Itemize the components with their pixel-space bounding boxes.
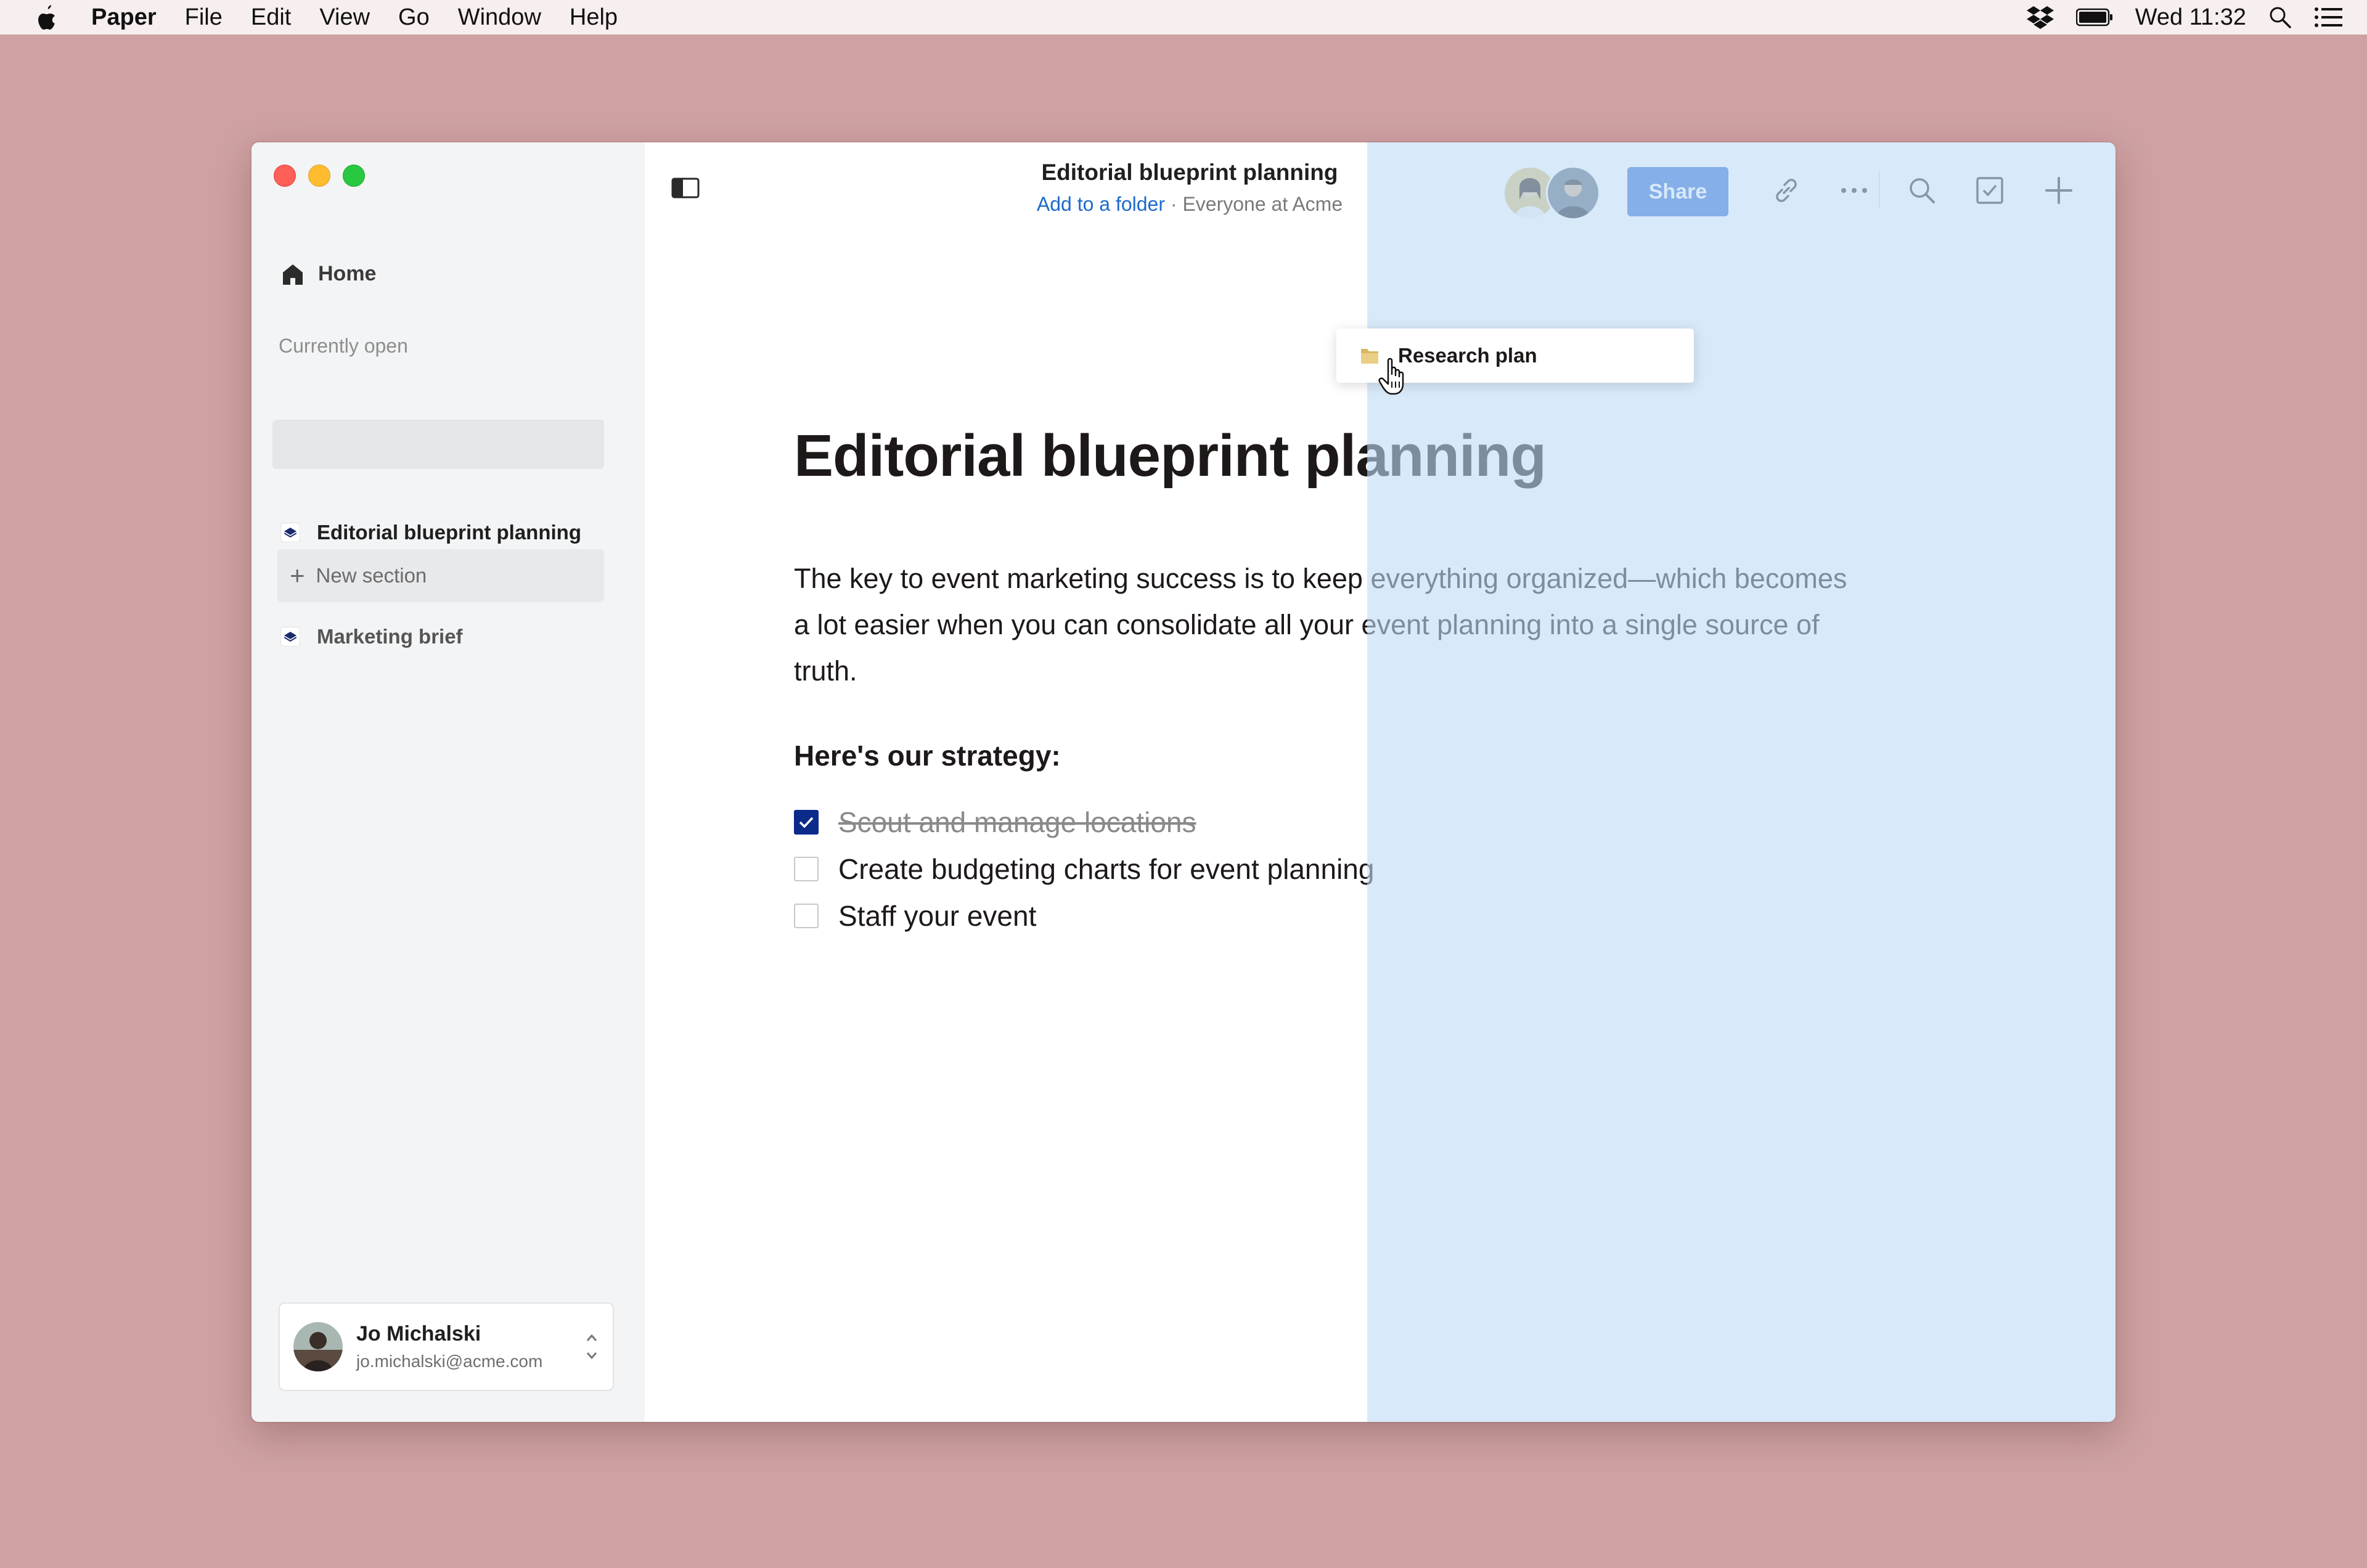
user-name: Jo Michalski bbox=[356, 1322, 481, 1345]
paper-doc-icon bbox=[281, 627, 300, 646]
new-section-label: New section bbox=[316, 564, 427, 587]
subtitle-separator: · bbox=[1165, 193, 1183, 215]
more-options-button[interactable] bbox=[1836, 172, 1873, 209]
paper-doc-icon bbox=[281, 523, 300, 542]
sidebar-item-editorial-blueprint[interactable]: Editorial blueprint planning bbox=[281, 521, 581, 544]
new-doc-button[interactable] bbox=[2040, 172, 2077, 209]
menu-app-name[interactable]: Paper bbox=[91, 4, 157, 31]
plus-icon bbox=[2045, 177, 2072, 204]
tasks-button[interactable] bbox=[1971, 172, 2008, 209]
checkmark-icon bbox=[799, 817, 814, 828]
copy-link-button[interactable] bbox=[1768, 172, 1805, 209]
notification-center-icon[interactable] bbox=[2314, 7, 2342, 28]
minimize-window-button[interactable] bbox=[308, 165, 330, 187]
header-doc-subtitle: Add to a folder · Everyone at Acme bbox=[900, 193, 1479, 216]
link-icon bbox=[1776, 179, 1797, 202]
toggle-sidebar-icon[interactable] bbox=[671, 177, 700, 199]
sidebar-drop-placeholder bbox=[272, 420, 604, 469]
zoom-window-button[interactable] bbox=[343, 165, 365, 187]
document-title[interactable]: Editorial blueprint planning bbox=[794, 422, 1547, 490]
task-checkbox[interactable] bbox=[794, 857, 819, 881]
task-item: Create budgeting charts for event planni… bbox=[794, 852, 1374, 886]
task-label[interactable]: Create budgeting charts for event planni… bbox=[838, 852, 1374, 886]
dragged-card-label: Research plan bbox=[1398, 344, 1537, 367]
sidebar-item-label: Marketing brief bbox=[317, 625, 463, 648]
menu-help[interactable]: Help bbox=[570, 4, 618, 31]
apple-menu-icon[interactable] bbox=[35, 4, 59, 31]
menu-edit[interactable]: Edit bbox=[251, 4, 291, 31]
grab-cursor-icon bbox=[1378, 357, 1404, 395]
avatar[interactable] bbox=[1546, 166, 1600, 220]
menu-bar: Paper File Edit View Go Window Help Wed … bbox=[0, 0, 2367, 35]
collaborator-avatars[interactable] bbox=[1503, 166, 1601, 220]
new-section-button[interactable]: + New section bbox=[277, 549, 604, 602]
sharing-scope[interactable]: Everyone at Acme bbox=[1182, 193, 1343, 215]
user-email: jo.michalski@acme.com bbox=[356, 1352, 543, 1371]
task-checkbox[interactable] bbox=[794, 904, 819, 928]
avatar bbox=[293, 1322, 343, 1371]
add-to-folder-link[interactable]: Add to a folder bbox=[1037, 193, 1165, 215]
share-button[interactable]: Share bbox=[1627, 167, 1728, 216]
strategy-heading[interactable]: Here's our strategy: bbox=[794, 739, 1061, 772]
currently-open-label: Currently open bbox=[279, 335, 408, 357]
menu-clock[interactable]: Wed 11:32 bbox=[2135, 4, 2246, 31]
task-checkbox[interactable] bbox=[794, 810, 819, 835]
header-doc-title: Editorial blueprint planning bbox=[1041, 160, 1338, 185]
home-icon bbox=[283, 264, 303, 285]
more-icon bbox=[1841, 188, 1867, 193]
battery-icon[interactable] bbox=[2075, 8, 2113, 27]
checkbox-icon bbox=[1976, 177, 2003, 204]
task-label[interactable]: Staff your event bbox=[838, 899, 1036, 933]
chevron-up-down-icon bbox=[586, 1334, 597, 1360]
sidebar-item-label: Home bbox=[318, 262, 377, 285]
sidebar-item-home[interactable]: Home bbox=[281, 262, 376, 286]
menu-go[interactable]: Go bbox=[398, 4, 430, 31]
search-icon bbox=[1910, 178, 1935, 203]
task-item: Staff your event bbox=[794, 899, 1036, 933]
close-window-button[interactable] bbox=[274, 165, 296, 187]
task-label[interactable]: Scout and manage locations bbox=[838, 806, 1196, 839]
sidebar-item-marketing-brief[interactable]: Marketing brief bbox=[281, 625, 463, 648]
menu-window[interactable]: Window bbox=[458, 4, 541, 31]
sidebar: Home Currently open Editorial blueprint … bbox=[251, 142, 645, 1422]
plus-icon: + bbox=[290, 561, 305, 590]
search-button[interactable] bbox=[1903, 172, 1940, 209]
toolbar-divider bbox=[1879, 171, 1880, 209]
menu-file[interactable]: File bbox=[185, 4, 223, 31]
spotlight-search-icon[interactable] bbox=[2268, 6, 2292, 29]
paper-window: Home Currently open Editorial blueprint … bbox=[251, 142, 2116, 1422]
account-switcher[interactable]: Jo Michalski jo.michalski@acme.com bbox=[279, 1302, 614, 1391]
task-item: Scout and manage locations bbox=[794, 806, 1196, 839]
sidebar-item-label: Editorial blueprint planning bbox=[317, 521, 581, 544]
dropbox-icon[interactable] bbox=[2026, 5, 2054, 30]
document-body[interactable]: The key to event marketing success is to… bbox=[794, 555, 1854, 694]
menu-view[interactable]: View bbox=[319, 4, 370, 31]
